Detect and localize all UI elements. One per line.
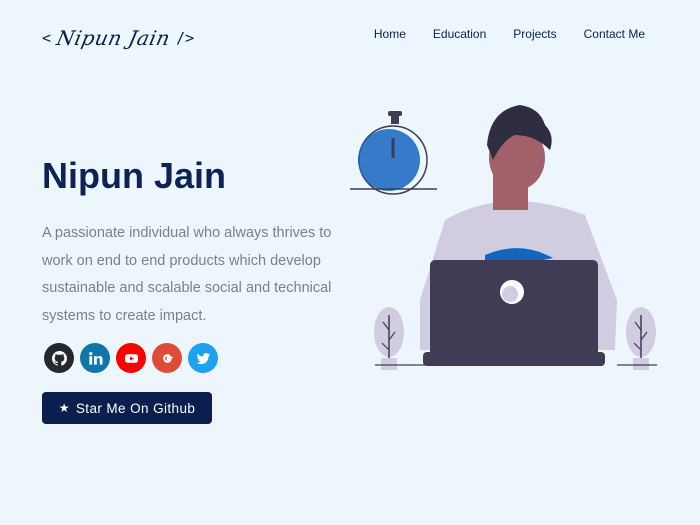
twitter-icon <box>196 352 210 364</box>
google-icon <box>162 353 172 363</box>
main-nav: Home Education Projects Contact Me <box>374 27 645 41</box>
twitter-link[interactable] <box>188 343 218 373</box>
social-links <box>44 343 218 373</box>
star-icon: ★ <box>58 401 70 415</box>
hero-name: Nipun Jain <box>42 155 227 196</box>
nav-projects[interactable]: Projects <box>513 27 556 41</box>
nav-home[interactable]: Home <box>374 27 406 41</box>
google-link[interactable] <box>152 343 182 373</box>
linkedin-link[interactable] <box>80 343 110 373</box>
stopwatch-icon <box>350 111 437 195</box>
logo-signature: Nipun Jain <box>54 26 173 50</box>
hero-description: A passionate individual who always thriv… <box>42 225 332 324</box>
linkedin-icon <box>88 351 103 365</box>
nav-contact-me[interactable]: Contact Me <box>584 27 645 41</box>
laptop-icon <box>423 260 605 366</box>
header: < Nipun Jain /> Home Education Projects … <box>0 0 700 70</box>
youtube-link[interactable] <box>116 343 146 373</box>
plant-icon-right <box>617 307 657 370</box>
developer-illustration <box>350 105 657 370</box>
github-link[interactable] <box>44 343 74 373</box>
logo-close-bracket: /> <box>176 29 195 47</box>
youtube-icon <box>124 353 138 363</box>
github-icon <box>51 350 67 366</box>
star-on-github-button[interactable]: ★ Star Me On Github <box>42 392 212 424</box>
star-button-label: Star Me On Github <box>75 400 196 416</box>
logo[interactable]: < Nipun Jain /> <box>42 20 194 56</box>
logo-open-bracket: < <box>42 29 52 47</box>
nav-education[interactable]: Education <box>433 27 486 41</box>
plant-icon-left <box>374 307 425 370</box>
